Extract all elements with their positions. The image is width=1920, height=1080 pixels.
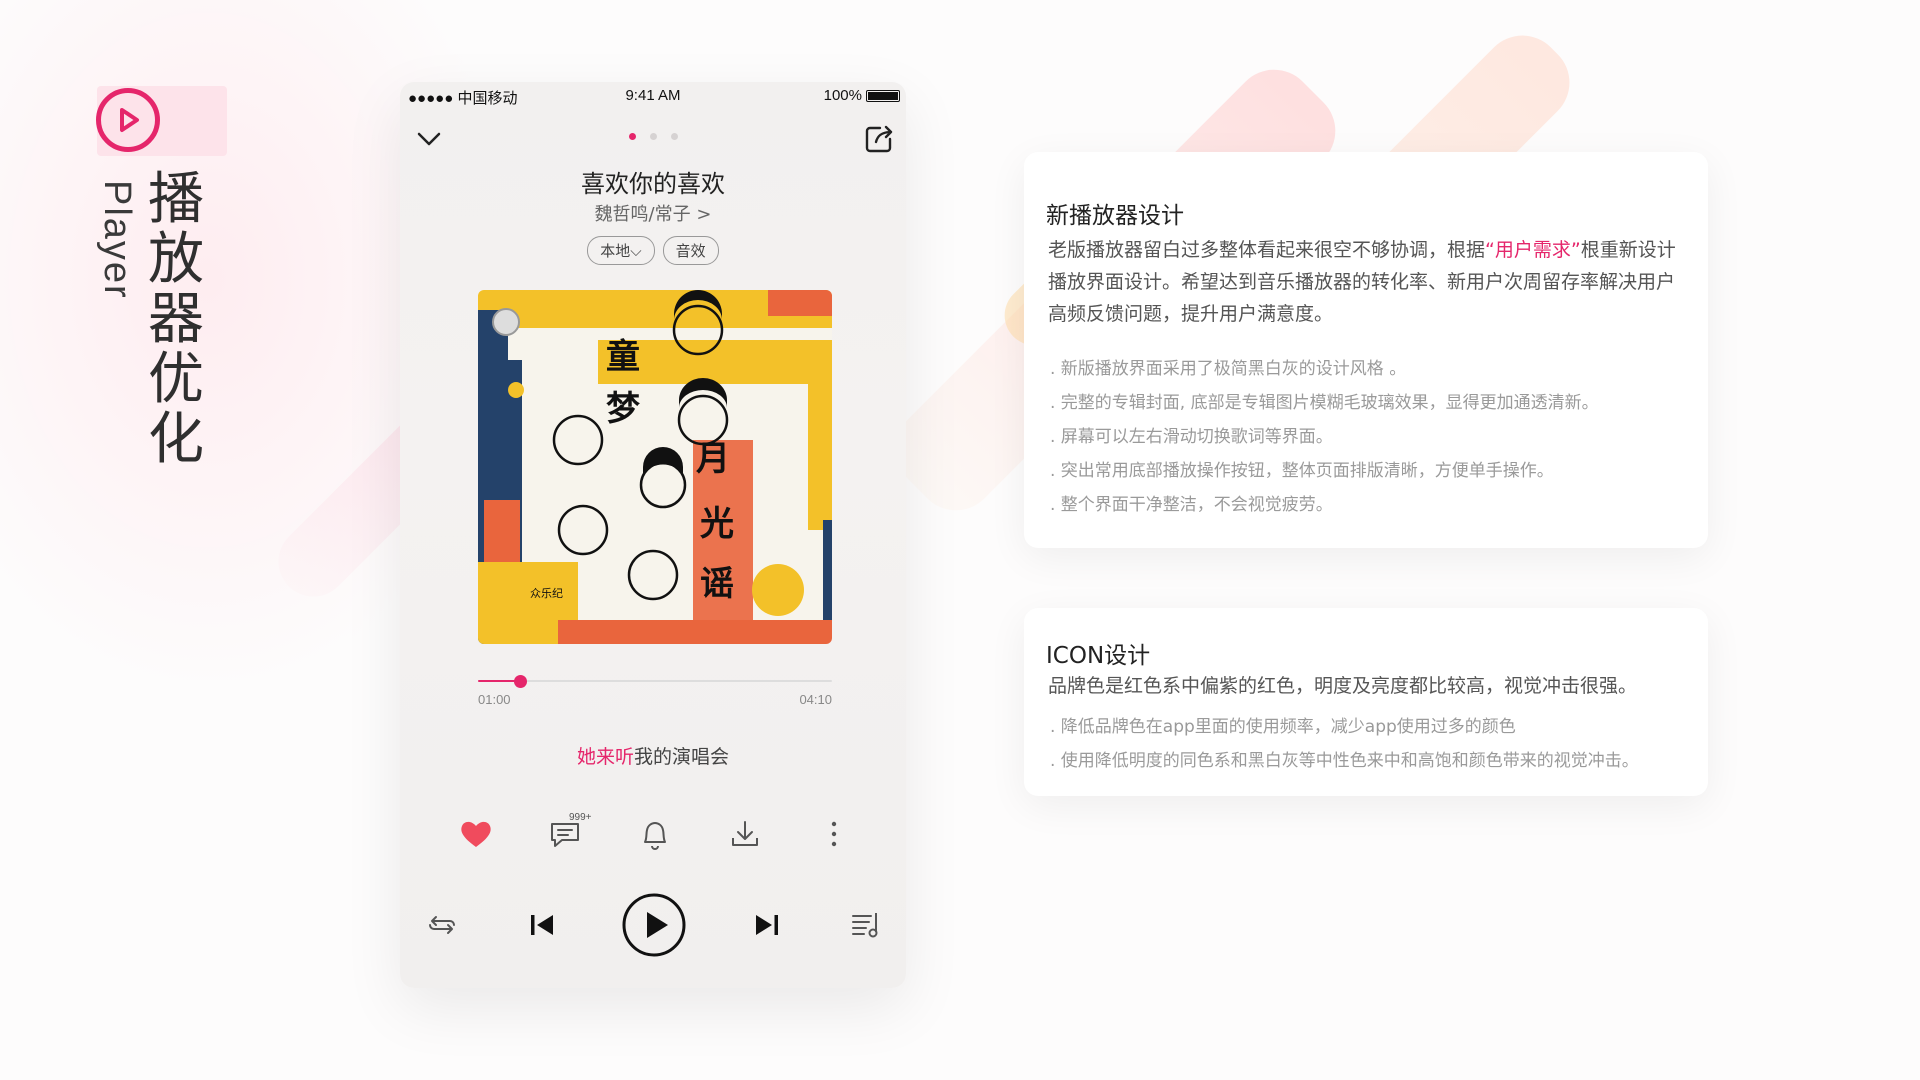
artist-link[interactable]: 魏哲鸣/常子 > — [400, 200, 906, 226]
battery-percent: 100% — [823, 87, 862, 104]
comment-icon[interactable]: 999+ — [546, 812, 592, 854]
list-item: . 整个界面干净整洁，不会视觉疲劳。 — [1050, 495, 1333, 515]
design-notes-card: 新播放器设计 老版播放器留白过多整体看起来很空不够协调，根据“用户需求”根重新设… — [1024, 152, 1708, 548]
card-description: 老版播放器留白过多整体看起来很空不够协调，根据“用户需求”根重新设计播放界面设计… — [1048, 234, 1688, 330]
battery-indicator: 100% — [824, 87, 900, 104]
action-bar: 999+ — [456, 812, 854, 856]
list-item: . 屏幕可以左右滑动切换歌词等界面。 — [1050, 427, 1333, 447]
card-description: 品牌色是红色系中偏紫的红色，明度及亮度都比较高，视觉冲击很强。 — [1048, 675, 1638, 697]
playlist-icon[interactable] — [846, 905, 886, 945]
lyric-rest: 我的演唱会 — [634, 746, 730, 768]
icon-design-card: ICON设计 品牌色是红色系中偏紫的红色，明度及亮度都比较高，视觉冲击很强。 .… — [1024, 608, 1708, 796]
comment-count-badge: 999+ — [568, 812, 592, 823]
desc-text: 老版播放器留白过多整体看起来很空不够协调，根据 — [1048, 239, 1486, 261]
list-item: . 降低品牌色在app里面的使用频率，减少app使用过多的颜色 — [1050, 717, 1516, 737]
current-time: 01:00 — [478, 692, 511, 707]
page-indicator — [400, 133, 906, 140]
cover-char: 月 — [696, 439, 730, 479]
playback-controls — [422, 890, 886, 960]
desc-highlight: “用户需求” — [1485, 239, 1581, 261]
progress-slider[interactable] — [478, 671, 832, 693]
cover-label: 众乐纪 — [530, 587, 563, 600]
more-icon[interactable] — [814, 814, 854, 854]
repeat-icon[interactable] — [422, 905, 462, 945]
album-cover: 童 梦 月 光 谣 众乐纪 — [478, 290, 832, 644]
feature-list: . 降低品牌色在app里面的使用频率，减少app使用过多的颜色 . 使用降低明度… — [1050, 710, 1692, 778]
feature-list: . 新版播放界面采用了极简黑白灰的设计风格 。 . 完整的专辑封面, 底部是专辑… — [1050, 352, 1692, 522]
page-dot — [649, 133, 657, 140]
page-title: 播放器优化 — [148, 167, 204, 472]
cover-char: 谣 — [700, 564, 734, 604]
title-english: Player — [96, 180, 138, 300]
phone-player-screen: ●●●●● 中国移动 9:41 AM 100% 喜欢你的喜欢 魏哲鸣/常子 > … — [400, 82, 906, 988]
next-icon[interactable] — [747, 905, 787, 945]
cover-char: 光 — [700, 504, 734, 544]
share-icon[interactable] — [862, 122, 896, 156]
cover-char: 梦 — [606, 389, 640, 429]
list-item: . 新版播放界面采用了极简黑白灰的设计风格 。 — [1050, 359, 1407, 379]
progress-knob[interactable] — [514, 675, 528, 688]
local-tag-button[interactable]: 本地⌵ — [587, 236, 655, 265]
total-time: 04:10 — [799, 692, 832, 707]
sound-effect-button[interactable]: 音效 — [662, 236, 719, 265]
list-item: . 突出常用底部播放操作按钮，整体页面排版清晰，方便单手操作。 — [1050, 461, 1554, 481]
tag-row: 本地⌵ 音效 — [400, 236, 906, 265]
heart-icon[interactable] — [456, 814, 496, 854]
progress-track — [478, 680, 832, 682]
lyric-highlight: 她来听 — [576, 746, 634, 768]
list-item: . 使用降低明度的同色系和黑白灰等中性色来中和高饱和颜色带来的视觉冲击。 — [1050, 751, 1639, 771]
card-title: ICON设计 — [1046, 643, 1151, 669]
card-title: 新播放器设计 — [1046, 203, 1184, 229]
page-dot — [628, 133, 636, 140]
status-bar: ●●●●● 中国移动 9:41 AM 100% — [400, 82, 906, 110]
play-circle-icon — [96, 88, 160, 152]
play-icon[interactable] — [621, 892, 687, 958]
list-item: . 完整的专辑封面, 底部是专辑图片模糊毛玻璃效果，显得更加通透清新。 — [1050, 393, 1599, 413]
download-icon[interactable] — [725, 814, 765, 854]
lyric-line: 她来听我的演唱会 — [400, 742, 906, 769]
bell-icon[interactable] — [635, 814, 675, 854]
cover-char: 童 — [606, 337, 640, 377]
song-title: 喜欢你的喜欢 — [581, 170, 725, 198]
previous-icon[interactable] — [522, 905, 562, 945]
battery-icon — [866, 89, 900, 102]
page-dot — [670, 133, 678, 140]
